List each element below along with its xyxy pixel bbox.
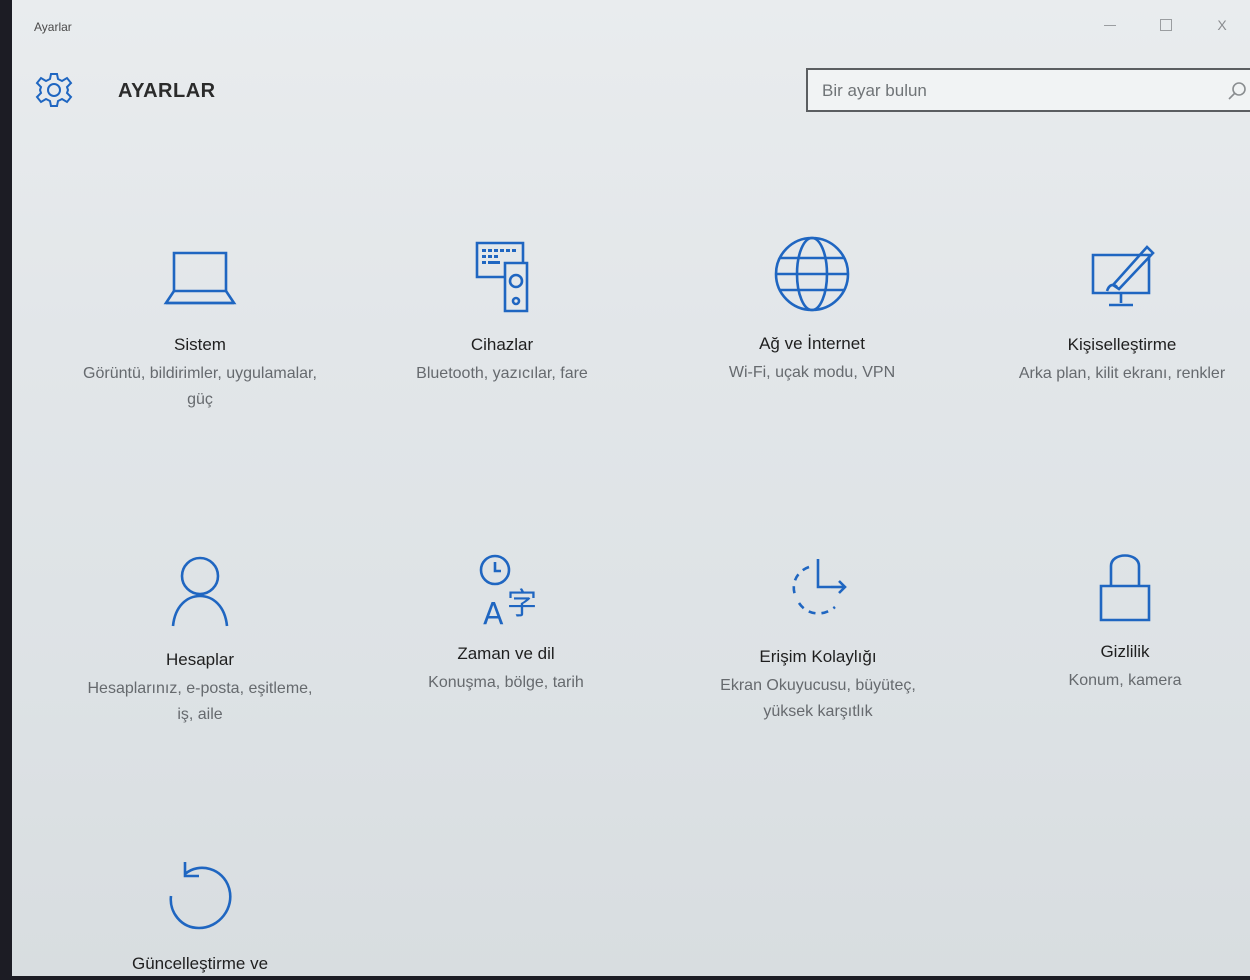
category-description: Konuşma, bölge, tarih: [428, 674, 584, 691]
update-icon: [155, 852, 245, 942]
category-title: Hesaplar: [165, 650, 235, 669]
category-time-language[interactable]: A 字 Zaman ve dil Konuşma, bölge, tarih: [376, 542, 636, 696]
category-devices[interactable]: Cihazlar Bluetooth, yazıcılar, fare: [372, 233, 632, 387]
category-title: Kişiselleştirme: [1067, 335, 1177, 354]
category-title: Gizlilik: [1100, 642, 1150, 661]
category-description: Arka plan, kilit ekranı, renkler: [1018, 365, 1226, 382]
time-language-icon: A 字: [461, 542, 537, 632]
category-description: Görüntü, bildirimler, uygulamalar, güç: [83, 365, 317, 408]
category-title: Zaman ve dil: [457, 644, 555, 663]
category-personalization[interactable]: Kişiselleştirme Arka plan, kilit ekranı,…: [992, 233, 1250, 387]
category-network[interactable]: Ağ ve İnternet Wi-Fi, uçak modu, VPN: [682, 232, 942, 386]
category-description: Hesaplarınız, e-posta, eşitleme, iş, ail…: [87, 680, 313, 723]
category-accounts[interactable]: Hesaplar Hesaplarınız, e-posta, eşitleme…: [70, 548, 330, 727]
category-description: Ekran Okuyucusu, büyüteç, yüksek karşıtl…: [720, 677, 916, 720]
category-system[interactable]: Sistem Görüntü, bildirimler, uygulamalar…: [70, 233, 330, 412]
laptop-icon: [155, 233, 245, 323]
category-privacy[interactable]: Gizlilik Konum, kamera: [995, 540, 1250, 694]
settings-window: Ayarlar X AYARLAR Bir ayar bulun Sistem …: [12, 0, 1250, 976]
svg-text:A: A: [483, 597, 504, 632]
category-ease-of-access[interactable]: Erişim Kolaylığı Ekran Okuyucusu, büyüte…: [688, 545, 948, 724]
category-title: Ağ ve İnternet: [759, 334, 865, 353]
category-update[interactable]: Güncelleştirme ve: [70, 852, 330, 974]
category-title: Sistem: [174, 335, 226, 354]
category-description: Wi-Fi, uçak modu, VPN: [728, 364, 896, 381]
settings-categories: Sistem Görüntü, bildirimler, uygulamalar…: [12, 0, 1250, 976]
category-title: Erişim Kolaylığı: [759, 647, 877, 666]
ease-of-access-icon: [773, 545, 863, 635]
lock-icon: [1080, 540, 1170, 630]
category-title: Cihazlar: [470, 335, 534, 354]
personalization-icon: [1077, 233, 1167, 323]
category-description: Konum, kamera: [1068, 672, 1182, 689]
category-title: Güncelleştirme ve: [131, 954, 269, 973]
person-icon: [155, 548, 245, 638]
category-description: Bluetooth, yazıcılar, fare: [416, 365, 588, 382]
globe-icon: [767, 232, 857, 322]
svg-text:字: 字: [507, 587, 537, 622]
devices-icon: [457, 233, 547, 323]
